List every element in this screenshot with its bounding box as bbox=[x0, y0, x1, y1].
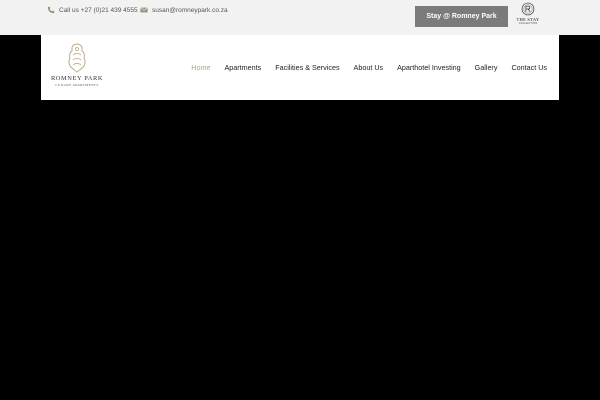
contact-email[interactable]: susan@romneypark.co.za bbox=[140, 5, 228, 15]
crest-icon bbox=[68, 43, 86, 73]
main-nav: Home Apartments Facilities & Services Ab… bbox=[191, 62, 559, 72]
nav-item-gallery[interactable]: Gallery bbox=[475, 63, 498, 72]
nav-item-home[interactable]: Home bbox=[191, 63, 210, 72]
hero-area bbox=[0, 100, 600, 400]
brand-name: ROMNEY PARK bbox=[50, 75, 104, 82]
nav-item-aparthotel-investing[interactable]: Aparthotel Investing bbox=[397, 63, 461, 72]
nav-item-apartments[interactable]: Apartments bbox=[224, 63, 261, 72]
phone-text: Call us +27 (0)21 439 4555 bbox=[59, 6, 138, 14]
site-logo[interactable]: ROMNEY PARK LUXURY APARTMENTS bbox=[46, 43, 108, 93]
contact-phone[interactable]: Call us +27 (0)21 439 4555 bbox=[47, 5, 138, 15]
stay-at-romney-park-button[interactable]: Stay @ Romney Park bbox=[415, 6, 508, 27]
site-header: ROMNEY PARK LUXURY APARTMENTS Home Apart… bbox=[41, 35, 559, 100]
nav-item-contact-us[interactable]: Contact Us bbox=[511, 63, 547, 72]
nav-item-about-us[interactable]: About Us bbox=[354, 63, 384, 72]
envelope-icon bbox=[140, 6, 148, 14]
stay-collection-logo[interactable]: THE STAY COLLECTION bbox=[514, 2, 542, 32]
stay-logo-line2: COLLECTION bbox=[518, 22, 538, 25]
phone-icon bbox=[47, 6, 55, 14]
top-bar: Call us +27 (0)21 439 4555 susan@romneyp… bbox=[0, 0, 600, 35]
stay-collection-emblem-icon bbox=[521, 2, 535, 16]
email-text: susan@romneypark.co.za bbox=[152, 6, 228, 14]
brand-tagline: LUXURY APARTMENTS bbox=[55, 83, 99, 87]
nav-item-facilities-services[interactable]: Facilities & Services bbox=[275, 63, 339, 72]
